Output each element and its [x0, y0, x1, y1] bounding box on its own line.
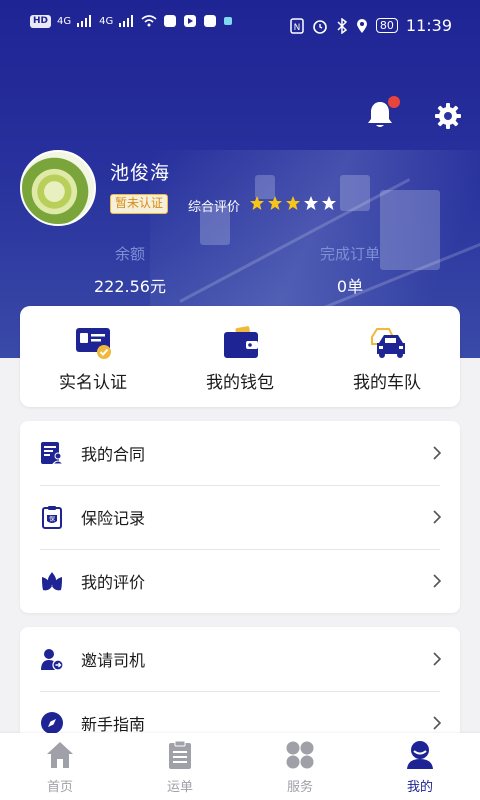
- clock: 11:39: [405, 16, 452, 35]
- app-notification-icon: [184, 15, 197, 27]
- nav-tab-waybill[interactable]: 运单: [120, 733, 240, 800]
- menu-item-insurance-records[interactable]: 保 保险记录: [20, 485, 460, 549]
- menu-card-records: 我的合同 保 保险记录 我的评价: [20, 421, 460, 613]
- gear-icon: [435, 103, 461, 129]
- quick-actions-card: 实名认证 我的钱包 我的车队: [20, 306, 460, 407]
- status-bar-left: HD 4G 4G: [30, 14, 233, 28]
- signal-icon: [77, 15, 92, 27]
- quick-action-label: 我的车队: [353, 373, 421, 393]
- battery-level: 80: [375, 18, 398, 33]
- alarm-icon: [313, 19, 327, 34]
- nav-tab-label: 首页: [46, 780, 73, 795]
- wifi-icon: [141, 15, 157, 27]
- star-filled-icon: [286, 196, 300, 210]
- banner-truck: [340, 175, 370, 211]
- chevron-right-icon: [433, 652, 442, 666]
- menu-item-label: 新手指南: [81, 715, 146, 734]
- quick-action-label: 我的钱包: [206, 373, 274, 393]
- signal-label: 4G: [57, 15, 72, 27]
- evaluation-icon: [42, 572, 62, 591]
- quick-action-real-name-verification[interactable]: 实名认证: [20, 306, 166, 407]
- nav-tab-home[interactable]: 首页: [0, 733, 120, 800]
- star-filled-icon: [268, 196, 282, 210]
- menu-item-label: 我的合同: [81, 445, 146, 464]
- nav-tab-service[interactable]: 服务: [240, 733, 360, 800]
- chevron-right-icon: [433, 574, 442, 588]
- star-empty-icon: [304, 196, 318, 210]
- compass-icon: [41, 712, 63, 734]
- settings-button[interactable]: [434, 102, 462, 130]
- nfc-icon: N: [290, 17, 304, 34]
- svg-text:保: 保: [49, 515, 55, 523]
- bluetooth-icon: [337, 17, 348, 34]
- notification-dot: [388, 96, 400, 108]
- nav-tab-label: 运单: [166, 780, 193, 795]
- app-notification-icon: [164, 15, 177, 27]
- wallet-icon: [224, 326, 258, 358]
- home-icon: [47, 742, 73, 768]
- service-icon: [286, 741, 314, 769]
- signal-icon-2: [119, 15, 134, 27]
- contract-icon: [41, 442, 64, 465]
- invite-driver-icon: [41, 649, 64, 671]
- avatar[interactable]: [20, 150, 96, 226]
- menu-item-my-evaluations[interactable]: 我的评价: [20, 549, 460, 613]
- hd-indicator: HD: [30, 14, 52, 28]
- star-filled-icon: [250, 196, 264, 210]
- profile-icon: [407, 741, 433, 769]
- menu-item-label: 我的评价: [81, 573, 146, 592]
- balance-label: 余额: [114, 245, 145, 263]
- status-bar: HD 4G 4G N 80 11:39: [0, 0, 480, 56]
- notification-button[interactable]: [366, 96, 400, 130]
- chevron-right-icon: [433, 716, 442, 730]
- menu-item-my-contracts[interactable]: 我的合同: [20, 421, 460, 485]
- star-empty-icon: [322, 196, 336, 210]
- location-icon: [356, 18, 367, 33]
- verification-status-badge[interactable]: 暂未认证: [110, 194, 169, 214]
- nav-tab-label: 我的: [406, 780, 433, 795]
- quick-action-label: 实名认证: [59, 373, 127, 393]
- chevron-right-icon: [433, 446, 442, 460]
- balance-value[interactable]: 222.56元: [60, 273, 200, 297]
- fleet-icon: [371, 328, 405, 358]
- bottom-navigation: 首页 运单 服务 我的: [0, 733, 480, 800]
- insurance-icon: 保: [42, 506, 62, 529]
- app-notification-icon: [204, 15, 217, 27]
- waybill-icon: [169, 740, 191, 769]
- menu-item-label: 邀请司机: [81, 651, 146, 670]
- quick-action-wallet[interactable]: 我的钱包: [167, 306, 313, 407]
- menu-item-label: 保险记录: [81, 509, 146, 528]
- quick-action-fleet[interactable]: 我的车队: [314, 306, 460, 407]
- svg-text:N: N: [294, 23, 301, 33]
- rating-stars: [249, 195, 337, 211]
- completed-orders-value[interactable]: 0单: [280, 273, 420, 297]
- id-card-icon: [76, 328, 111, 359]
- status-bar-right: N 80 11:39: [290, 16, 452, 35]
- user-name: 池俊海: [110, 162, 171, 184]
- nav-tab-profile[interactable]: 我的: [360, 733, 480, 800]
- rating-label: 综合评价: [188, 200, 241, 215]
- nav-tab-label: 服务: [286, 780, 313, 795]
- menu-item-invite-driver[interactable]: 邀请司机: [20, 627, 460, 691]
- chevron-right-icon: [433, 510, 442, 524]
- signal-label-2: 4G: [99, 15, 114, 27]
- completed-orders-label: 完成订单: [319, 245, 380, 263]
- app-notification-icon: [224, 17, 233, 25]
